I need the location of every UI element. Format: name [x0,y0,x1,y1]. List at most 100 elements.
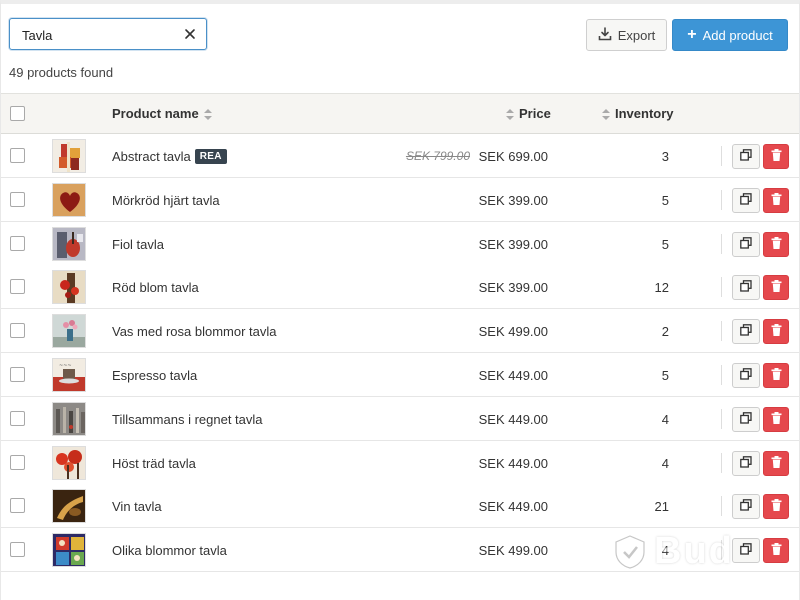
product-name[interactable]: Fiol tavla [112,237,164,252]
duplicate-button[interactable] [732,494,760,519]
copy-icon [740,499,752,514]
table-row[interactable]: Höst träd tavla SEK 449.00 4 [1,441,799,485]
trash-icon [771,543,782,558]
select-all-checkbox[interactable] [10,106,25,121]
product-name-text: Espresso tavla [112,368,198,383]
duplicate-button[interactable] [732,363,760,388]
delete-button[interactable] [763,144,789,169]
table-row[interactable]: Abstract tavla REA SEK 799.00 SEK 699.00… [1,134,799,178]
table-row[interactable]: Tillsammans i regnet tavla SEK 449.00 4 [1,397,799,441]
trash-icon [771,456,782,471]
duplicate-button[interactable] [732,319,760,344]
inventory-count: 4 [661,543,669,558]
table-row[interactable]: Vin tavla SEK 449.00 21 [1,484,799,528]
divider [721,146,722,166]
svg-text:~~~: ~~~ [59,363,72,369]
row-checkbox[interactable] [10,279,25,294]
product-name[interactable]: Röd blom tavla [112,280,199,295]
row-checkbox[interactable] [10,498,25,513]
inventory-count: 4 [661,456,669,471]
product-name[interactable]: Vin tavla [112,499,162,514]
delete-button[interactable] [763,275,789,300]
duplicate-button[interactable] [732,407,760,432]
row-checkbox[interactable] [10,542,25,557]
column-header-inventory[interactable]: Inventory [602,106,674,121]
column-label-price: Price [519,106,551,121]
delete-button[interactable] [763,538,789,563]
inventory-count: 12 [654,280,669,295]
close-icon[interactable] [183,27,197,41]
product-name[interactable]: Mörkröd hjärt tavla [112,193,220,208]
row-checkbox[interactable] [10,323,25,338]
add-product-button[interactable]: + Add product [672,19,788,51]
divider [721,365,722,385]
trash-icon [771,412,782,427]
row-checkbox[interactable] [10,455,25,470]
copy-icon [740,456,752,471]
delete-button[interactable] [763,363,789,388]
delete-button[interactable] [763,451,789,476]
divider [721,409,722,429]
inventory-count: 5 [661,368,669,383]
duplicate-button[interactable] [732,232,760,257]
divider [721,496,722,516]
price: SEK 499.00 [478,543,548,558]
product-name[interactable]: Tillsammans i regnet tavla [112,412,263,427]
delete-button[interactable] [763,319,789,344]
row-checkbox[interactable] [10,236,25,251]
inventory-count: 5 [661,193,669,208]
table-row[interactable]: Olika blommor tavla SEK 499.00 4 [1,528,799,572]
copy-icon [740,280,752,295]
column-header-name[interactable]: Product name [112,106,212,121]
download-icon [598,26,612,44]
row-checkbox[interactable] [10,148,25,163]
row-checkbox[interactable] [10,192,25,207]
inventory-count: 4 [661,412,669,427]
delete-button[interactable] [763,494,789,519]
row-checkbox[interactable] [10,367,25,382]
product-name[interactable]: Espresso tavla [112,368,197,383]
flowers-painting-thumbnail [52,533,86,567]
table-row[interactable]: ~~~ Espresso tavla SEK 449.00 5 [1,353,799,397]
results-count: 49 products found [9,65,114,80]
autumn-tree-painting-thumbnail [52,446,86,480]
duplicate-button[interactable] [732,451,760,476]
search-input[interactable] [22,27,172,43]
delete-button[interactable] [763,232,789,257]
duplicate-button[interactable] [732,275,760,300]
table-row[interactable]: Mörkröd hjärt tavla SEK 399.00 5 [1,178,799,222]
delete-button[interactable] [763,407,789,432]
inventory-count: 5 [661,237,669,252]
product-name[interactable]: Abstract tavla REA [112,149,227,164]
trash-icon [771,368,782,383]
product-name[interactable]: Olika blommor tavla [112,543,227,558]
export-button[interactable]: Export [586,19,667,51]
abstract-painting-thumbnail [52,139,86,173]
product-name[interactable]: Höst träd tavla [112,456,196,471]
table-row[interactable]: Vas med rosa blommor tavla SEK 499.00 2 [1,309,799,353]
table-row[interactable]: Fiol tavla SEK 399.00 5 [1,222,799,266]
wine-painting-thumbnail [52,489,86,523]
sort-icon [203,108,212,120]
search-box[interactable] [9,18,207,50]
price: SEK 399.00 [478,237,548,252]
copy-icon [740,543,752,558]
table-row[interactable]: Röd blom tavla SEK 399.00 12 [1,265,799,309]
row-checkbox[interactable] [10,411,25,426]
copy-icon [740,412,752,427]
duplicate-button[interactable] [732,188,760,213]
price: SEK 399.00 [478,193,548,208]
divider [721,190,722,210]
duplicate-button[interactable] [732,144,760,169]
product-name[interactable]: Vas med rosa blommor tavla [112,324,277,339]
divider [721,321,722,341]
delete-button[interactable] [763,188,789,213]
trash-icon [771,193,782,208]
sort-icon [506,108,514,120]
price: SEK 449.00 [478,456,548,471]
column-header-price[interactable]: Price [506,106,551,121]
duplicate-button[interactable] [732,538,760,563]
divider [721,277,722,297]
old-price: SEK 799.00 [405,149,470,163]
trash-icon [771,324,782,339]
